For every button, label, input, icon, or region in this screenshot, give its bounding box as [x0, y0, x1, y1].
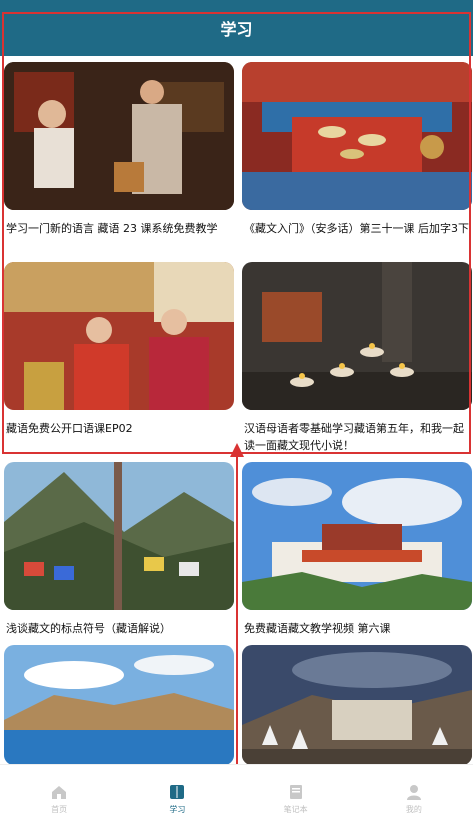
video-thumbnail[interactable]: [242, 262, 472, 410]
nav-label-profile: 我的: [405, 805, 422, 814]
video-title[interactable]: 藏语免费公开口语课EP02: [4, 420, 234, 437]
video-card[interactable]: 学习一门新的语言 藏语 23 课系统免费教学: [4, 62, 234, 237]
video-thumbnail[interactable]: [242, 462, 472, 610]
notebook-icon: [289, 785, 302, 799]
nav-item-profile[interactable]: 我的: [355, 765, 473, 833]
video-thumbnail[interactable]: [242, 645, 472, 765]
video-title[interactable]: 汉语母语者零基础学习藏语第五年，和我一起读一面藏文现代小说！: [242, 420, 472, 454]
video-card[interactable]: 汉语母语者零基础学习藏语第五年，和我一起读一面藏文现代小说！: [242, 262, 472, 454]
video-card[interactable]: [4, 645, 234, 765]
nav-item-home[interactable]: 首页: [0, 765, 118, 833]
video-title[interactable]: 《藏文入门》（安多话）第三十一课 后加字3下: [242, 220, 472, 237]
video-thumbnail[interactable]: [4, 645, 234, 765]
video-title[interactable]: 学习一门新的语言 藏语 23 课系统免费教学: [4, 220, 234, 237]
video-thumbnail[interactable]: [4, 262, 234, 410]
annotation-arrow: [236, 454, 238, 764]
nav-label-home: 首页: [51, 805, 68, 814]
bottom-navigation: 首页 学习 笔记本 我的: [0, 764, 473, 833]
nav-item-learn[interactable]: 学习: [118, 765, 236, 833]
nav-item-notebook[interactable]: 笔记本: [237, 765, 355, 833]
arrow-head-icon: [230, 443, 244, 457]
header-bar: 学习: [0, 0, 473, 56]
user-icon: [406, 785, 421, 800]
book-icon: [170, 785, 185, 799]
video-thumbnail[interactable]: [4, 62, 234, 210]
video-title[interactable]: 免费藏语藏文教学视频 第六课: [242, 620, 472, 637]
video-thumbnail[interactable]: [4, 462, 234, 610]
video-title[interactable]: 浅谈藏文的标点符号（藏语解说）: [4, 620, 234, 637]
video-card[interactable]: [242, 645, 472, 765]
video-card[interactable]: 免费藏语藏文教学视频 第六课: [242, 462, 472, 637]
page-title: 学习: [220, 20, 253, 39]
nav-label-notebook: 笔记本: [283, 805, 308, 814]
nav-label-learn: 学习: [169, 805, 186, 814]
video-thumbnail[interactable]: [242, 62, 472, 210]
video-card[interactable]: 藏语免费公开口语课EP02: [4, 262, 234, 437]
video-card[interactable]: 《藏文入门》（安多话）第三十一课 后加字3下: [242, 62, 472, 237]
home-icon: [52, 786, 67, 799]
video-card[interactable]: 浅谈藏文的标点符号（藏语解说）: [4, 462, 234, 637]
